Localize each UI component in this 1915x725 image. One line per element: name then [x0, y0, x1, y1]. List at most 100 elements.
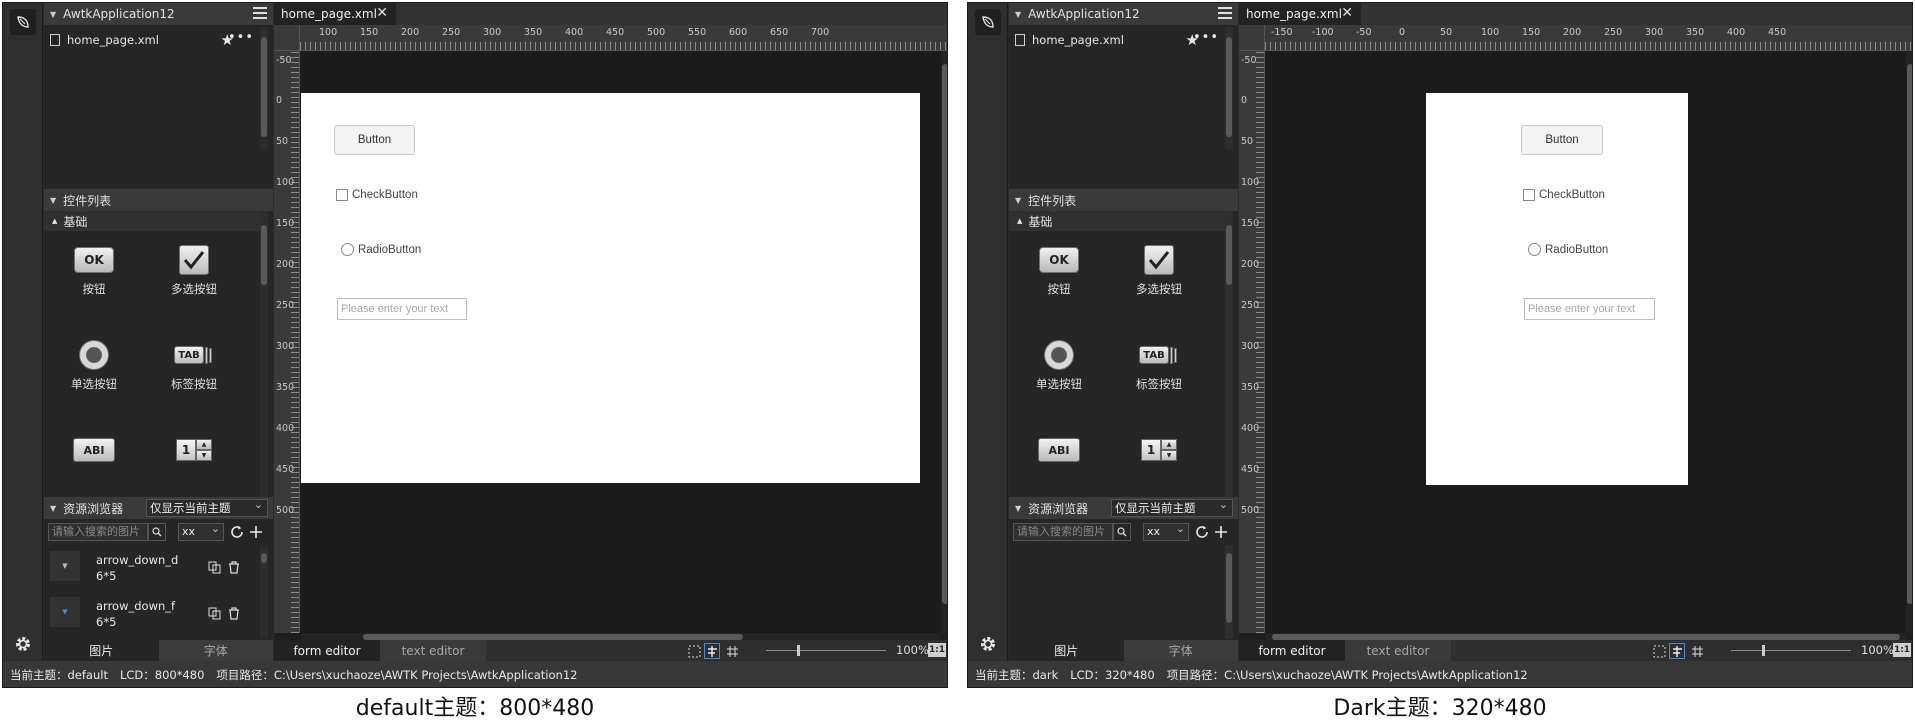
- design-canvas[interactable]: Button CheckButton RadioButton Please en…: [1266, 52, 1906, 633]
- controls-scrollbar[interactable]: [1225, 211, 1233, 497]
- zoom-slider[interactable]: [766, 650, 886, 651]
- widget-edit[interactable]: AB I: [1009, 435, 1109, 471]
- grid-icon[interactable]: [724, 643, 740, 659]
- spin-box-icon: 1 ▲ ▼: [176, 439, 212, 461]
- project-file-item[interactable]: home_page.xml ★ •••: [44, 29, 260, 51]
- controls-header[interactable]: ▼ 控件列表: [44, 189, 273, 211]
- refresh-icon[interactable]: [1193, 523, 1211, 541]
- widget-spin-box[interactable]: 1 ▲ ▼: [144, 435, 244, 471]
- grid-icon[interactable]: [1689, 643, 1705, 659]
- lcd-radio-button[interactable]: RadioButton: [1528, 243, 1608, 256]
- widget-tab-button[interactable]: TAB 标签按钮: [144, 340, 244, 392]
- tab-images[interactable]: 图片: [44, 640, 159, 661]
- zoom-slider-handle[interactable]: [1762, 645, 1765, 656]
- caption-default: default主题：800*480: [355, 696, 595, 721]
- size-select[interactable]: xx: [1143, 521, 1189, 541]
- resource-scrollbar[interactable]: [260, 545, 268, 639]
- settings-gear-icon[interactable]: [12, 633, 34, 655]
- editor-tabbar: home_page.xml ✕: [274, 3, 947, 25]
- canvas-vertical-scrollbar[interactable]: [1906, 52, 1912, 633]
- lcd-radio-button[interactable]: RadioButton: [341, 243, 421, 256]
- lcd-button[interactable]: Button: [334, 125, 415, 155]
- design-canvas[interactable]: Button CheckButton RadioButton Please en…: [301, 52, 941, 633]
- awtk-logo-icon[interactable]: [975, 9, 1001, 35]
- project-file-item[interactable]: home_page.xml ★ •••: [1009, 29, 1225, 51]
- tab-home-page[interactable]: home_page.xml ✕: [274, 3, 396, 25]
- project-scrollbar[interactable]: [260, 27, 268, 149]
- lcd-screen[interactable]: Button CheckButton RadioButton Please en…: [301, 93, 920, 483]
- refresh-icon[interactable]: [228, 523, 246, 541]
- category-basic[interactable]: ▲ 基础: [44, 211, 260, 231]
- select-rect-icon[interactable]: [1651, 643, 1667, 659]
- hamburger-menu-icon[interactable]: [253, 7, 267, 19]
- tab-text-editor[interactable]: text editor: [1345, 640, 1451, 661]
- align-guide-icon[interactable]: [1669, 643, 1685, 659]
- widget-grid: OK 按钮 多选按钮 单选按钮 TAB 标签按钮 AB I 1 ▲ ▼: [1009, 235, 1225, 490]
- tab-images[interactable]: 图片: [1009, 640, 1124, 661]
- close-icon[interactable]: ✕: [376, 5, 388, 21]
- canvas-vertical-scrollbar[interactable]: [941, 52, 947, 633]
- lcd-button[interactable]: Button: [1521, 125, 1603, 155]
- add-icon[interactable]: [1212, 523, 1230, 541]
- settings-gear-icon[interactable]: [977, 633, 999, 655]
- search-icon[interactable]: [1113, 523, 1131, 541]
- resource-header[interactable]: ▼ 资源浏览器 仅显示当前主题: [1009, 497, 1238, 519]
- tab-fonts[interactable]: 字体: [158, 640, 273, 661]
- tab-fonts[interactable]: 字体: [1123, 640, 1238, 661]
- hamburger-menu-icon[interactable]: [1218, 7, 1232, 19]
- widget-button[interactable]: OK 按钮: [44, 245, 144, 297]
- more-icon[interactable]: •••: [228, 30, 254, 45]
- widget-radio-button[interactable]: 单选按钮: [44, 340, 144, 392]
- actual-size-button[interactable]: 1:1: [1893, 643, 1911, 657]
- trash-icon[interactable]: [226, 559, 242, 575]
- theme-filter-select[interactable]: 仅显示当前主题: [146, 497, 268, 517]
- tab-form-editor[interactable]: form editor: [274, 640, 380, 661]
- resource-header[interactable]: ▼ 资源浏览器 仅显示当前主题: [44, 497, 273, 519]
- lcd-edit-field[interactable]: Please enter your text: [1524, 298, 1655, 320]
- copy-name-icon[interactable]: [206, 605, 222, 621]
- tab-text-editor[interactable]: text editor: [380, 640, 486, 661]
- controls-scrollbar[interactable]: [260, 211, 268, 497]
- theme-filter-select[interactable]: 仅显示当前主题: [1111, 497, 1233, 517]
- widget-spin-box[interactable]: 1 ▲ ▼: [1109, 435, 1209, 471]
- tab-form-editor[interactable]: form editor: [1239, 640, 1345, 661]
- project-scrollbar[interactable]: [1225, 27, 1233, 149]
- editor-tabbar: home_page.xml ✕: [1239, 3, 1912, 25]
- search-icon[interactable]: [148, 523, 166, 541]
- controls-title: 控件列表: [1028, 193, 1077, 208]
- select-rect-icon[interactable]: [686, 643, 702, 659]
- copy-name-icon[interactable]: [206, 559, 222, 575]
- lcd-screen[interactable]: Button CheckButton RadioButton Please en…: [1426, 93, 1688, 485]
- trash-icon[interactable]: [226, 605, 242, 621]
- widget-check-button[interactable]: 多选按钮: [144, 245, 244, 297]
- resource-scrollbar[interactable]: [1225, 545, 1233, 639]
- widget-check-button[interactable]: 多选按钮: [1109, 245, 1209, 297]
- add-icon[interactable]: [247, 523, 265, 541]
- lcd-check-button[interactable]: CheckButton: [336, 189, 418, 201]
- align-guide-icon[interactable]: [704, 643, 720, 659]
- project-header[interactable]: ▼ AwtkApplication12: [1009, 3, 1238, 25]
- collapse-triangle-icon[interactable]: ▼: [50, 10, 56, 19]
- widget-tab-button[interactable]: TAB 标签按钮: [1109, 340, 1209, 392]
- lcd-edit-field[interactable]: Please enter your text: [337, 298, 467, 320]
- lcd-check-button[interactable]: CheckButton: [1523, 189, 1605, 201]
- more-icon[interactable]: •••: [1193, 30, 1219, 45]
- actual-size-button[interactable]: 1:1: [928, 643, 946, 657]
- image-search-input[interactable]: 请输入搜索的图片: [48, 523, 148, 541]
- category-basic[interactable]: ▲ 基础: [1009, 211, 1225, 231]
- project-header[interactable]: ▼ AwtkApplication12: [44, 3, 273, 25]
- widget-button[interactable]: OK 按钮: [1009, 245, 1109, 297]
- zoom-slider[interactable]: [1731, 650, 1851, 651]
- awtk-logo-icon[interactable]: [10, 9, 36, 35]
- resource-item[interactable]: ▼ arrow_down_d 6*5: [44, 547, 260, 587]
- status-theme: 当前主题：default: [10, 668, 108, 682]
- widget-edit[interactable]: AB I: [44, 435, 144, 471]
- widget-radio-button[interactable]: 单选按钮: [1009, 340, 1109, 392]
- image-search-input[interactable]: 请输入搜索的图片: [1013, 523, 1113, 541]
- size-select[interactable]: xx: [178, 521, 224, 541]
- close-icon[interactable]: ✕: [1341, 5, 1353, 21]
- tab-home-page[interactable]: home_page.xml ✕: [1239, 3, 1361, 25]
- zoom-slider-handle[interactable]: [797, 645, 800, 656]
- controls-header[interactable]: ▼ 控件列表: [1009, 189, 1238, 211]
- resource-item[interactable]: ▼ arrow_down_f 6*5: [44, 593, 260, 633]
